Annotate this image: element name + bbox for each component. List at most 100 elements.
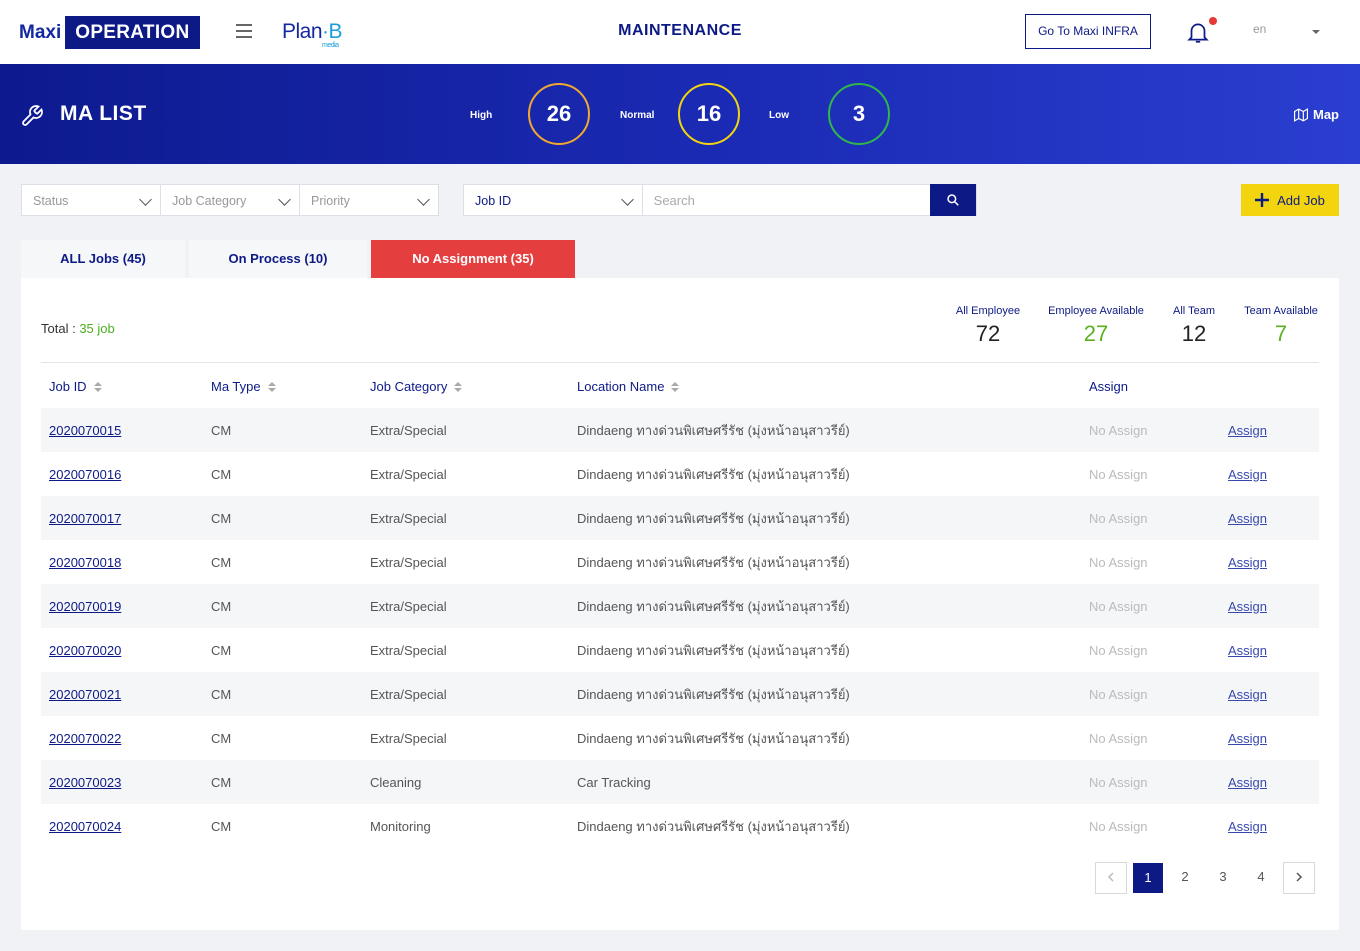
assign-link-cell: Assign [1220, 452, 1319, 496]
job-id-link[interactable]: 2020070019 [49, 599, 121, 614]
page-title: MAINTENANCE [618, 22, 742, 39]
job-id-link[interactable]: 2020070023 [49, 775, 121, 790]
tab-all-jobs[interactable]: ALL Jobs (45) [21, 240, 185, 278]
priority-count-high[interactable]: 26 [528, 83, 590, 145]
job-id-link-cell: 2020070024 [41, 804, 203, 848]
column-header-ma-type[interactable]: Ma Type [203, 364, 362, 408]
job-id-link[interactable]: 2020070017 [49, 511, 121, 526]
job-list-card: Total : 35 job All Employee 72 Employee … [21, 278, 1339, 930]
total-count: Total : 35 job [41, 321, 115, 336]
map-link[interactable]: Map [1294, 107, 1339, 122]
job-category-select[interactable]: Job Category [161, 185, 300, 215]
add-job-label: Add Job [1277, 192, 1325, 208]
table-row: 2020070023 CM Cleaning Car Tracking No Assig… [41, 760, 1319, 804]
assign-link-cell: Assign [1220, 716, 1319, 760]
hamburger-menu-icon[interactable] [236, 24, 252, 38]
job-id-link[interactable]: 2020070015 [49, 423, 121, 438]
search-field-label: Job ID [475, 194, 512, 208]
caret-down-icon[interactable] [1312, 30, 1320, 34]
notification-bell-icon[interactable] [1185, 19, 1211, 45]
page-button-2[interactable]: 2 [1169, 862, 1201, 894]
assign-link[interactable]: Assign [1228, 467, 1267, 482]
job-id-link-cell: 2020070023 [41, 760, 203, 804]
stat-label: Team Available [1244, 305, 1318, 317]
divider [41, 362, 1319, 363]
page-button-3[interactable]: 3 [1207, 862, 1239, 894]
priority-select[interactable]: Priority [300, 185, 438, 215]
assign-link[interactable]: Assign [1228, 819, 1267, 834]
notification-dot [1209, 17, 1217, 25]
total-label: Total : [41, 321, 76, 336]
job-category-cell: Extra/Special [362, 584, 569, 628]
assign-link[interactable]: Assign [1228, 731, 1267, 746]
stat-value: 27 [1083, 321, 1109, 346]
search-button[interactable] [930, 184, 976, 216]
job-id-link[interactable]: 2020070016 [49, 467, 121, 482]
priority-select-label: Priority [311, 194, 350, 208]
ma-type-cell: CM [211, 466, 232, 482]
maxi-operation-logo[interactable]: Maxi OPERATION [19, 16, 200, 49]
go-to-infra-button[interactable]: Go To Maxi INFRA [1025, 14, 1151, 49]
column-header-job-category[interactable]: Job Category [362, 364, 569, 408]
table-row: 2020070018 CM Extra/Special Dindaeng ทางด่ว… [41, 540, 1319, 584]
priority-count-normal[interactable]: 16 [678, 83, 740, 145]
location-cell: Dindaeng ทางด่วนพิเศษศรีรัช (มุ่งหน้าอนุ… [577, 818, 850, 834]
search-input[interactable] [642, 185, 931, 215]
job-category-cell: Extra/Special [362, 496, 569, 540]
banner-title: MA LIST [60, 102, 147, 125]
column-header-location-name[interactable]: Location Name [569, 364, 1081, 408]
assign-status-cell: No Assign [1081, 496, 1220, 540]
job-category-cell: Extra/Special [362, 672, 569, 716]
search-field-select[interactable]: Job ID [464, 185, 643, 215]
job-id-link[interactable]: 2020070024 [49, 819, 121, 834]
assign-link[interactable]: Assign [1228, 511, 1267, 526]
prev-page-button[interactable] [1095, 862, 1127, 894]
job-id-link[interactable]: 2020070020 [49, 643, 121, 658]
ma-type-cell: CM [203, 496, 362, 540]
assign-link[interactable]: Assign [1228, 643, 1267, 658]
pagination: 1 2 3 4 [1095, 862, 1315, 894]
job-table: Job ID Ma Type Job Category Location Nam… [41, 364, 1319, 848]
assign-link-cell: Assign [1220, 496, 1319, 540]
assign-status-cell: No Assign [1089, 730, 1148, 746]
job-id-link-cell: 2020070015 [41, 408, 203, 452]
sort-icon[interactable] [93, 382, 102, 393]
assign-link[interactable]: Assign [1228, 687, 1267, 702]
location-cell: Dindaeng ทางด่วนพิเศษศรีรัช (มุ่งหน้าอนุ… [569, 584, 1081, 628]
priority-count-low[interactable]: 3 [828, 83, 890, 145]
column-header-job-id[interactable]: Job ID [41, 364, 203, 408]
assign-link[interactable]: Assign [1228, 599, 1267, 614]
add-job-button[interactable]: Add Job [1241, 184, 1339, 216]
sort-icon[interactable] [671, 382, 680, 393]
tab-on-process[interactable]: On Process (10) [189, 240, 367, 278]
next-page-button[interactable] [1283, 862, 1315, 894]
job-id-link[interactable]: 2020070021 [49, 687, 121, 702]
wrench-icon [22, 105, 43, 126]
page-button-4[interactable]: 4 [1245, 862, 1277, 894]
stat-all-team: All Team 12 [1167, 305, 1221, 347]
assign-link[interactable]: Assign [1228, 555, 1267, 570]
stat-employee-available: Employee Available 27 [1045, 305, 1147, 347]
filter-group: Status Job Category Priority [21, 184, 439, 216]
column-header-label: Ma Type [211, 378, 261, 394]
job-category-select-label: Job Category [172, 194, 247, 208]
assign-link-cell: Assign [1220, 804, 1319, 848]
ma-type-cell: CM [203, 408, 362, 452]
sort-icon[interactable] [267, 382, 276, 393]
chevron-left-icon [1107, 872, 1114, 882]
assign-link[interactable]: Assign [1228, 423, 1267, 438]
language-select[interactable]: en [1253, 22, 1266, 36]
assign-link[interactable]: Assign [1228, 775, 1267, 790]
logo-maxi-text: Maxi [19, 22, 62, 43]
job-id-link[interactable]: 2020070018 [49, 555, 121, 570]
status-select[interactable]: Status [22, 185, 161, 215]
location-cell: Dindaeng ทางด่วนพิเศษศรีรัช (มุ่งหน้าอนุ… [577, 730, 850, 746]
tab-no-assignment[interactable]: No Assignment (35) [371, 240, 575, 278]
job-id-link[interactable]: 2020070022 [49, 731, 121, 746]
table-row: 2020070015 CM Extra/Special Dindaeng ทางด่ว… [41, 408, 1319, 452]
table-row: 2020070020 CM Extra/Special Dindaeng ทางด่ว… [41, 628, 1319, 672]
page-button-1[interactable]: 1 [1133, 863, 1163, 893]
ma-type-cell: CM [203, 672, 362, 716]
assign-status-cell: No Assign [1089, 466, 1148, 482]
sort-icon[interactable] [454, 382, 463, 393]
